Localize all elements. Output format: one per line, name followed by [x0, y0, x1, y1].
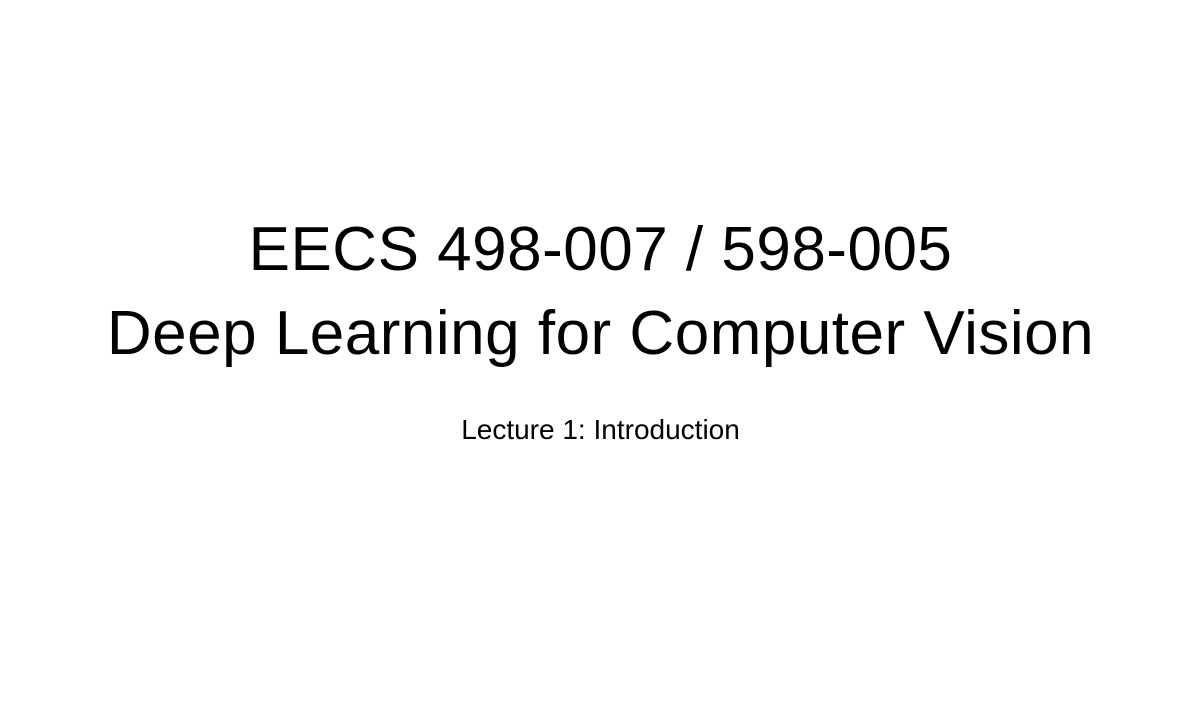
slide-title: EECS 498-007 / 598-005 Deep Learning for…	[0, 208, 1201, 376]
course-code: EECS 498-007 / 598-005	[248, 215, 953, 284]
course-name: Deep Learning for Computer Vision	[106, 299, 1095, 368]
slide: EECS 498-007 / 598-005 Deep Learning for…	[0, 0, 1201, 716]
lecture-subtitle: Lecture 1: Introduction	[461, 414, 740, 445]
